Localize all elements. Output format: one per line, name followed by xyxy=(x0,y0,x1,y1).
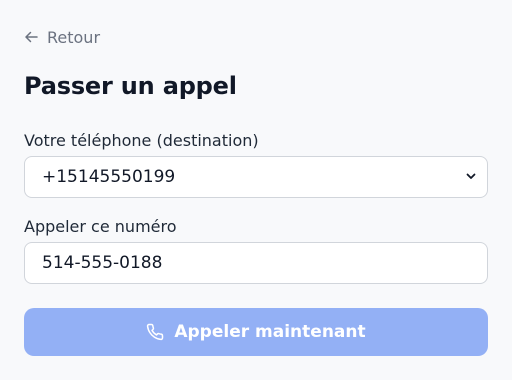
number-to-call-value: 514-555-0188 xyxy=(42,253,163,273)
phone-icon xyxy=(146,323,164,341)
destination-phone-label: Votre téléphone (destination) xyxy=(24,131,259,150)
chevron-down-icon xyxy=(465,167,477,187)
arrow-left-icon xyxy=(24,30,38,44)
number-to-call-label: Appeler ce numéro xyxy=(24,217,177,236)
call-now-button[interactable]: Appeler maintenant xyxy=(24,308,488,356)
page-title: Passer un appel xyxy=(24,72,237,100)
back-link[interactable]: Retour xyxy=(24,27,100,47)
number-to-call-input[interactable]: 514-555-0188 xyxy=(24,242,488,284)
back-link-label: Retour xyxy=(47,27,101,47)
destination-phone-select[interactable]: +15145550199 xyxy=(24,156,488,198)
destination-phone-value: +15145550199 xyxy=(42,167,176,187)
call-now-label: Appeler maintenant xyxy=(174,322,366,342)
